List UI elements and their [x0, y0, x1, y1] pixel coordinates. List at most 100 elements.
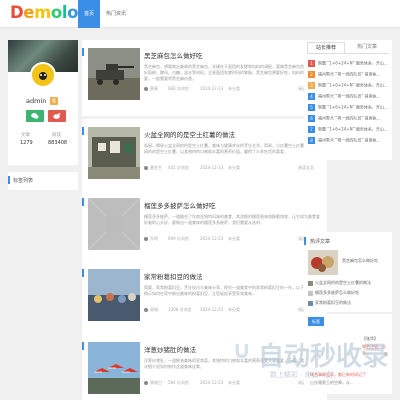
post-category[interactable]: 未分类	[228, 165, 240, 171]
accent-bar	[304, 237, 306, 245]
tab-hot-articles[interactable]: 热门文章	[347, 42, 387, 53]
post-excerpt: 私厨，揭秘火盆全网的的是空土红薯，美味与健康并存的烹饪艺术，简易，小红薯空土红薯…	[144, 143, 320, 154]
top-bar: Demologo 首页 热门资讯	[0, 0, 400, 28]
wechat-icon	[31, 113, 39, 119]
hot-comment-item[interactable]: 家常粉葛扣豆的做法	[308, 300, 351, 306]
post-card[interactable]: 火盆全网的的是空土红薯的做法 私厨，揭秘火盆全网的的是空土红薯，美味与健康并存的…	[82, 119, 327, 195]
thumbnail-mini-icon	[308, 280, 313, 286]
logo-letter: e	[23, 3, 35, 22]
post-title[interactable]: 黑芝麻包怎么做好吃	[144, 50, 203, 60]
profile-card: admin 管 文章 1279 阅读 883408	[8, 40, 78, 165]
post-author[interactable]: 黄先生	[150, 165, 162, 170]
tab-recommended[interactable]: 站长推荐	[307, 42, 345, 53]
post-meta: 周易白 584 次浏览 2024-12-23 未分类 阅读全文	[144, 380, 322, 388]
author-avatar-icon	[144, 166, 148, 170]
rank-badge: 4	[308, 93, 315, 100]
hot-list-item[interactable]: 6 福州警犬 “将一线的队员” 首席执...	[308, 115, 388, 125]
featured-title[interactable]: 黑芝麻包怎么做好吃	[342, 258, 378, 264]
wechat-button[interactable]	[26, 110, 44, 122]
post-title[interactable]: 火盆全网的的是空土红薯的做法	[144, 129, 235, 139]
post-title[interactable]: 洋葱炒猪肚的做法	[144, 344, 196, 354]
author-avatar-icon	[144, 237, 148, 241]
post-author[interactable]: 周易白	[150, 380, 162, 385]
post-excerpt: 榴莲多多披萨，一道融合了东南亚独特风味的美食，其浓郁的榴莲香味和酥脆饼底，让它成…	[144, 214, 320, 225]
accent-bar	[82, 269, 84, 277]
hot-list-title[interactable]: 制霸 “1+6+24+N” 服务体系，开山...	[318, 83, 388, 88]
stat-label-views: 阅读	[52, 133, 61, 138]
post-thumbnail[interactable]	[88, 198, 140, 250]
ad-line: 【张华】	[362, 336, 378, 341]
hot-list-title[interactable]: 福州警犬 “将一线的队员” 首席执...	[318, 72, 381, 77]
hot-list-title[interactable]: 制霸 “1+6+24+N” 服务体系，开山...	[318, 105, 388, 110]
rank-badge: 8	[308, 137, 315, 144]
post-card[interactable]: 黑芝麻包怎么做好吃 黑芝麻包，想要做出美味的黑芝麻包，关键在于面团的发酵和馅料的…	[82, 40, 327, 116]
post-views: 584 次浏览	[168, 380, 189, 385]
logo-letter: o	[67, 3, 79, 22]
post-date: 2024-12-23	[200, 380, 224, 385]
hot-list-item[interactable]: 2 福州警犬 “将一线的队员” 首席执...	[308, 71, 388, 81]
rank-badge: 6	[308, 115, 315, 122]
hot-list-title[interactable]: 制霸 “1+6+24+N” 服务体系，开山...	[318, 61, 388, 66]
hot-comment-item[interactable]: 火盆全网的的是空土红薯的做法	[308, 280, 371, 286]
post-date: 2024-12-23	[200, 165, 224, 170]
post-title[interactable]: 榴莲多多披萨怎么做好吃	[144, 200, 216, 210]
hot-list-title[interactable]: 福州警犬 “将一线的队员” 首席执...	[318, 94, 381, 99]
post-title[interactable]: 家常粉葛扣豆的做法	[144, 271, 203, 281]
stat-label-posts: 文章	[21, 133, 30, 138]
hot-list-item[interactable]: 3 制霸 “1+6+24+N” 服务体系，开山...	[308, 82, 388, 92]
hot-list-item[interactable]: 7 制霸 “1+6+24+N” 服务体系，开山...	[308, 126, 388, 136]
read-more-link[interactable]: 阅读全文	[298, 165, 314, 171]
post-category[interactable]: 未分类	[228, 86, 240, 92]
ad-line: 等	[384, 352, 388, 357]
weibo-button[interactable]	[48, 110, 66, 122]
post-author[interactable]: 雨城	[150, 307, 158, 312]
post-meta: 黄青 666 次浏览 2024-12-23 未分类 阅读全文	[144, 86, 322, 94]
post-category[interactable]: 未分类	[228, 307, 240, 313]
role-badge: 管	[50, 97, 58, 105]
post-meta: 雨城 1008 次浏览 2024-12-23 未分类 阅读全文	[144, 307, 322, 315]
stat-value-views: 883408	[48, 140, 68, 146]
hot-list-title[interactable]: 福州警犬 “将一线的队员” 首席执...	[318, 116, 381, 121]
post-author[interactable]: 黄青	[150, 86, 158, 91]
avatar-eye	[44, 74, 46, 76]
hot-list-item[interactable]: 5 制霸 “1+6+24+N” 服务体系，开山...	[308, 104, 388, 114]
avatar-eye	[40, 74, 42, 76]
post-thumbnail[interactable]	[88, 48, 140, 100]
post-thumbnail[interactable]	[88, 127, 140, 179]
hot-list-item[interactable]: 8 福州警犬 “将一线的队员” 首席执...	[308, 137, 388, 147]
hot-list-title[interactable]: 福州警犬 “将一线的队员” 首席执...	[318, 138, 381, 143]
post-thumbnail[interactable]	[88, 342, 140, 394]
hot-list-item[interactable]: 1 制霸 “1+6+24+N” 服务体系，开山...	[308, 60, 388, 70]
tags-widget: 标签列表	[8, 172, 78, 190]
tag-widget: 标签 【张华】 域名注册，企业... 等 域名事故告诉，都已有时间记了 山东雅奥…	[304, 314, 392, 394]
rank-badge: 1	[308, 60, 315, 67]
avatar[interactable]	[30, 62, 56, 88]
post-excerpt: 简要，家常粉葛扣豆，烹饪技巧与美味分享，探究一道美食中的家常粉葛扣豆的一作，以下…	[144, 285, 320, 296]
post-category[interactable]: 未分类	[228, 380, 240, 386]
tags-title: 标签列表	[13, 178, 34, 184]
post-category[interactable]: 未分类	[228, 236, 240, 242]
post-thumbnail[interactable]	[88, 269, 140, 321]
hot-list-item[interactable]: 4 福州警犬 “将一线的队员” 首席执...	[308, 93, 388, 103]
post-card[interactable]: 榴莲多多披萨怎么做好吃 榴莲多多披萨，一道融合了东南亚独特风味的美食，其浓郁的榴…	[82, 190, 327, 266]
tab-divider	[307, 53, 389, 54]
hot-comment-item[interactable]: 榴莲多多披萨怎么做好吃	[308, 290, 359, 296]
post-card[interactable]: 洋葱炒猪肚的做法 洋葱炒猪肚，一道鲜香美味的家常菜，其独特的口感和丰富的营养深受…	[82, 334, 327, 400]
post-views: 442 次浏览	[168, 165, 189, 170]
main-nav: 首页 热门资讯	[78, 0, 132, 28]
accent-bar	[8, 176, 10, 184]
nav-home[interactable]: 首页	[78, 0, 101, 28]
post-card[interactable]: 家常粉葛扣豆的做法 简要，家常粉葛扣豆，烹饪技巧与美味分享，探究一道美食中的家常…	[82, 261, 327, 337]
post-author[interactable]: 开明	[150, 236, 158, 241]
ad-line: 域名事故告诉，都已有时间记了	[310, 372, 366, 377]
nav-hot-news[interactable]: 热门资讯	[100, 0, 132, 28]
hot-comment-title[interactable]: 家常粉葛扣豆的做法	[315, 300, 351, 305]
hot-comment-title[interactable]: 火盆全网的的是空土红薯的做法	[315, 280, 371, 285]
tag-chip[interactable]: 标签	[308, 317, 324, 326]
hot-comment-title[interactable]: 榴莲多多披萨怎么做好吃	[315, 290, 359, 295]
accent-bar	[82, 127, 84, 135]
side-tabs-widget: 站长推荐 热门文章 1 制霸 “1+6+24+N” 服务体系，开山... 2 福州警犬…	[304, 40, 392, 160]
featured-thumbnail[interactable]	[308, 250, 338, 275]
hot-list-title[interactable]: 制霸 “1+6+24+N” 服务体系，开山...	[318, 127, 388, 132]
hot-comments-widget: 热评文章 黑芝麻包怎么做好吃 火盆全网的的是空土红薯的做法 榴莲多多披萨怎么做好…	[304, 232, 392, 312]
